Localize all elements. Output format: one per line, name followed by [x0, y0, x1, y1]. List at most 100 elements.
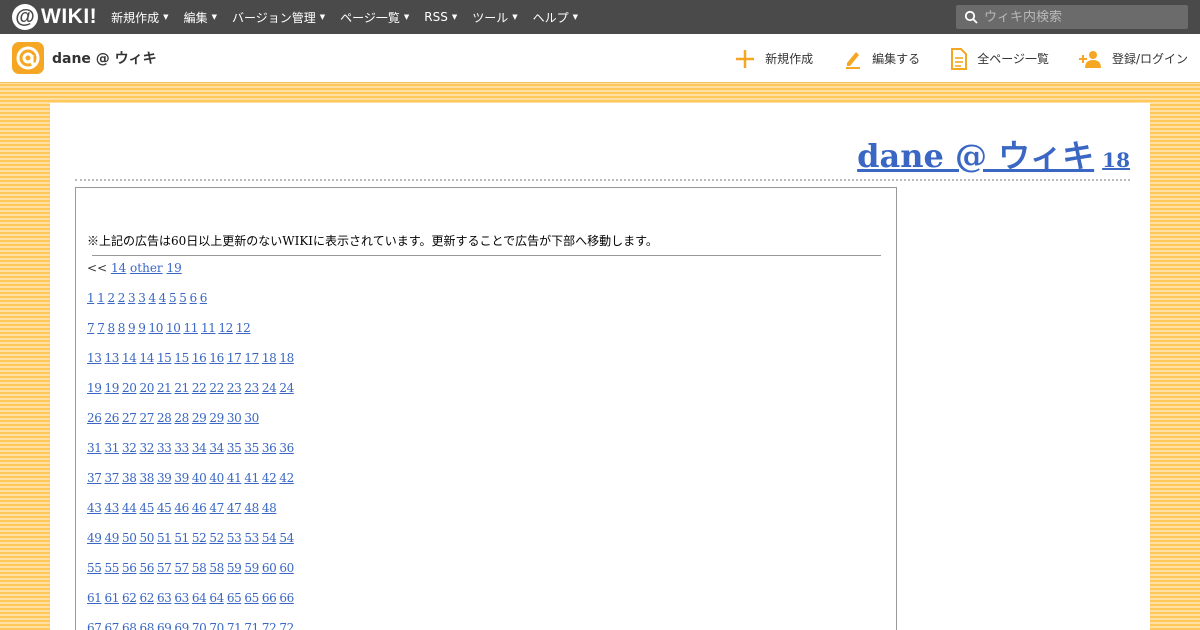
page-link[interactable]: 38 — [122, 471, 137, 485]
page-link[interactable]: 66 — [262, 591, 277, 605]
page-link[interactable]: 64 — [209, 591, 224, 605]
page-link[interactable]: 18 — [262, 351, 277, 365]
page-link[interactable]: 49 — [104, 531, 119, 545]
page-link[interactable]: 6 — [190, 291, 198, 305]
page-link[interactable]: 16 — [209, 351, 224, 365]
page-link[interactable]: 50 — [122, 531, 137, 545]
page-link[interactable]: 42 — [279, 471, 294, 485]
page-link[interactable]: 55 — [104, 561, 119, 575]
page-link[interactable]: 46 — [174, 501, 189, 515]
site-logo-icon[interactable] — [12, 42, 44, 74]
page-link[interactable]: 2 — [108, 291, 116, 305]
menu-help[interactable]: ヘルプ ▼ — [533, 9, 578, 26]
page-link[interactable]: 27 — [122, 411, 137, 425]
page-link[interactable]: 47 — [227, 501, 242, 515]
page-link[interactable]: 52 — [192, 531, 207, 545]
page-link[interactable]: 32 — [139, 441, 154, 455]
edit-page-button[interactable]: 編集する — [843, 49, 920, 69]
page-link[interactable]: 6 — [200, 291, 208, 305]
page-link[interactable]: 72 — [262, 621, 277, 630]
page-link[interactable]: 12 — [236, 321, 251, 335]
search-input[interactable] — [984, 9, 1184, 25]
page-link[interactable]: 33 — [174, 441, 189, 455]
page-link[interactable]: 9 — [138, 321, 146, 335]
page-link[interactable]: 45 — [157, 501, 172, 515]
search-icon[interactable] — [964, 10, 978, 24]
nav-other-link[interactable]: other — [130, 261, 163, 275]
page-link[interactable]: 70 — [209, 621, 224, 630]
page-link[interactable]: 30 — [244, 411, 259, 425]
page-link[interactable]: 41 — [244, 471, 259, 485]
page-link[interactable]: 58 — [209, 561, 224, 575]
page-link[interactable]: 68 — [122, 621, 137, 630]
page-link[interactable]: 36 — [262, 441, 277, 455]
page-link[interactable]: 59 — [227, 561, 242, 575]
page-link[interactable]: 34 — [209, 441, 224, 455]
page-link[interactable]: 61 — [104, 591, 119, 605]
page-link[interactable]: 70 — [192, 621, 207, 630]
page-link[interactable]: 17 — [227, 351, 242, 365]
page-link[interactable]: 55 — [87, 561, 102, 575]
page-link[interactable]: 13 — [87, 351, 102, 365]
page-link[interactable]: 45 — [139, 501, 154, 515]
page-title[interactable]: dane @ ウィキ — [857, 137, 1094, 175]
page-link[interactable]: 43 — [104, 501, 119, 515]
page-link[interactable]: 29 — [209, 411, 224, 425]
page-link[interactable]: 60 — [279, 561, 294, 575]
page-link[interactable]: 22 — [192, 381, 207, 395]
page-link[interactable]: 63 — [174, 591, 189, 605]
page-link[interactable]: 5 — [179, 291, 187, 305]
new-page-button[interactable]: 新規作成 — [734, 48, 813, 70]
page-title-number[interactable]: 18 — [1102, 148, 1130, 172]
page-link[interactable]: 18 — [279, 351, 294, 365]
page-link[interactable]: 10 — [149, 321, 164, 335]
page-link[interactable]: 65 — [244, 591, 259, 605]
page-link[interactable]: 34 — [192, 441, 207, 455]
page-link[interactable]: 60 — [262, 561, 277, 575]
page-link[interactable]: 28 — [174, 411, 189, 425]
page-link[interactable]: 27 — [139, 411, 154, 425]
page-link[interactable]: 23 — [244, 381, 259, 395]
page-link[interactable]: 39 — [174, 471, 189, 485]
page-link[interactable]: 40 — [209, 471, 224, 485]
page-link[interactable]: 52 — [209, 531, 224, 545]
page-link[interactable]: 7 — [97, 321, 105, 335]
page-link[interactable]: 30 — [227, 411, 242, 425]
page-link[interactable]: 3 — [128, 291, 136, 305]
page-link[interactable]: 67 — [87, 621, 102, 630]
page-link[interactable]: 2 — [118, 291, 126, 305]
page-link[interactable]: 21 — [174, 381, 189, 395]
page-link[interactable]: 58 — [192, 561, 207, 575]
atwiki-logo[interactable]: @ WIKI! — [12, 0, 97, 34]
page-link[interactable]: 56 — [139, 561, 154, 575]
page-link[interactable]: 22 — [209, 381, 224, 395]
page-link[interactable]: 23 — [227, 381, 242, 395]
page-link[interactable]: 59 — [244, 561, 259, 575]
page-link[interactable]: 1 — [87, 291, 95, 305]
page-link[interactable]: 54 — [279, 531, 294, 545]
page-link[interactable]: 69 — [174, 621, 189, 630]
page-link[interactable]: 37 — [87, 471, 102, 485]
page-link[interactable]: 64 — [192, 591, 207, 605]
page-link[interactable]: 21 — [157, 381, 172, 395]
page-link[interactable]: 11 — [201, 321, 216, 335]
menu-page-list[interactable]: ページ一覧 ▼ — [340, 9, 409, 26]
page-link[interactable]: 62 — [122, 591, 137, 605]
page-link[interactable]: 51 — [174, 531, 189, 545]
page-link[interactable]: 26 — [104, 411, 119, 425]
page-link[interactable]: 53 — [227, 531, 242, 545]
nav-prev-link[interactable]: 14 — [111, 261, 126, 275]
menu-version[interactable]: バージョン管理 ▼ — [232, 9, 325, 26]
page-link[interactable]: 57 — [157, 561, 172, 575]
site-name[interactable]: dane @ ウィキ — [52, 48, 157, 68]
page-link[interactable]: 47 — [209, 501, 224, 515]
page-link[interactable]: 54 — [262, 531, 277, 545]
page-link[interactable]: 61 — [87, 591, 102, 605]
page-link[interactable]: 67 — [104, 621, 119, 630]
menu-tools[interactable]: ツール ▼ — [472, 9, 517, 26]
page-link[interactable]: 32 — [122, 441, 137, 455]
page-link[interactable]: 35 — [227, 441, 242, 455]
page-link[interactable]: 31 — [87, 441, 102, 455]
page-link[interactable]: 14 — [122, 351, 137, 365]
menu-edit[interactable]: 編集 ▼ — [184, 9, 217, 26]
